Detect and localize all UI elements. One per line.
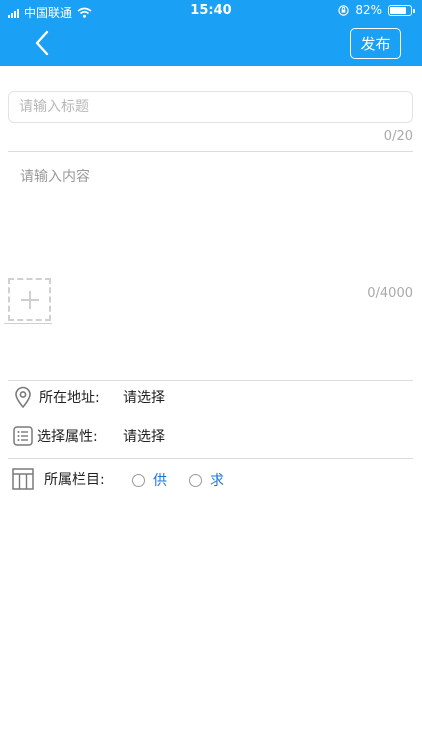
attribute-label: 选择属性:: [37, 429, 98, 445]
app-header: 中国联通 15:40 82% 发布: [0, 0, 422, 66]
publish-button[interactable]: 发布: [350, 28, 401, 59]
attribute-value[interactable]: 请选择: [123, 426, 165, 446]
content-textarea[interactable]: [8, 158, 413, 268]
radio-circle[interactable]: [132, 473, 145, 487]
radio-label: 供: [153, 473, 167, 489]
radio-circle[interactable]: [189, 473, 202, 487]
orientation-lock-icon: [338, 4, 350, 16]
back-button[interactable]: [28, 28, 58, 58]
add-image-button[interactable]: [8, 278, 51, 321]
title-char-count: 0/20: [383, 129, 413, 144]
attribute-divider: [8, 458, 413, 459]
address-value[interactable]: 请选择: [123, 387, 165, 407]
address-row[interactable]: 所在地址: 请选择: [12, 385, 412, 409]
battery-icon: [388, 4, 415, 16]
radio-label: 求: [210, 473, 224, 489]
attribute-row[interactable]: 选择属性: 请选择: [12, 424, 412, 448]
status-right: 82%: [338, 3, 415, 17]
plus-icon: [20, 290, 39, 309]
address-label: 所在地址:: [39, 390, 100, 406]
title-input[interactable]: [8, 91, 413, 123]
battery-percent: 82%: [355, 3, 382, 17]
table-icon: [12, 468, 34, 490]
column-label: 所属栏目:: [44, 472, 105, 488]
column-row: 所属栏目: 供 求: [12, 467, 412, 491]
column-option-supply[interactable]: 供: [132, 470, 167, 490]
location-pin-icon: [12, 386, 34, 408]
battery-fill: [390, 6, 407, 14]
title-divider: [8, 151, 413, 152]
chevron-left-icon: [35, 30, 49, 56]
status-bar: 中国联通 15:40 82%: [0, 0, 422, 22]
column-option-demand[interactable]: 求: [189, 470, 224, 490]
image-divider: [4, 323, 52, 324]
content-char-count: 0/4000: [367, 286, 413, 301]
list-icon: [12, 425, 34, 447]
content-divider: [8, 380, 413, 381]
